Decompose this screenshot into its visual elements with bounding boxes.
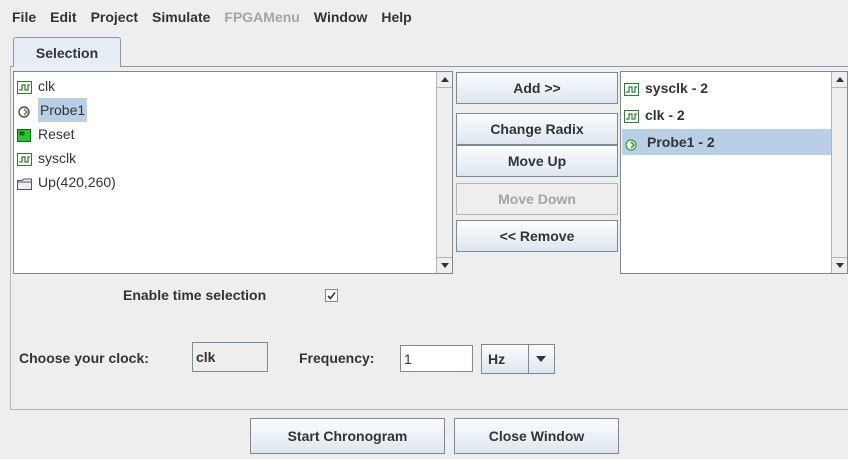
reset-icon [17,127,32,142]
menu-file[interactable]: File [0,0,41,34]
signal-label: Up(420,260) [38,174,116,190]
choose-clock-label: Choose your clock: [19,350,149,366]
list-item[interactable]: sysclk [15,146,76,170]
scroll-up-arrow-icon[interactable] [437,72,452,88]
close-window-button[interactable]: Close Window [454,418,619,454]
clock-signal-icon [17,79,32,94]
signal-label: Reset [38,126,75,142]
clock-signal-icon [624,81,639,96]
signal-label: Probe1 [38,98,88,122]
folder-icon [17,175,32,190]
move-down-button: Move Down [456,183,618,215]
tab-selection[interactable]: Selection [13,37,121,67]
start-chronogram-button[interactable]: Start Chronogram [250,418,445,454]
list-item[interactable]: Up(420,260) [15,170,116,194]
enable-time-selection-label: Enable time selection [123,287,267,303]
frequency-input[interactable] [400,345,473,372]
menu-help[interactable]: Help [372,0,416,34]
menu-window[interactable]: Window [305,0,373,34]
change-radix-button[interactable]: Change Radix [456,113,618,145]
list-item[interactable]: clk - 2 [622,103,834,127]
frequency-label: Frequency: [299,350,375,366]
frequency-unit-value: Hz [488,351,506,367]
list-item[interactable]: sysclk - 2 [622,76,834,100]
signal-label: clk [38,78,56,94]
menu-fpgamenu: FPGAMenu [224,9,300,25]
signal-label: sysclk [38,150,77,166]
move-up-button[interactable]: Move Up [456,145,618,177]
trace-label: clk - 2 [645,107,685,123]
list-item[interactable]: Reset [15,122,75,146]
scroll-down-arrow-icon[interactable] [437,257,452,273]
chevron-down-icon[interactable] [527,345,554,373]
left-list-scrollbar[interactable] [436,72,452,273]
available-signals-list[interactable]: clk Probe1 Reset sysclk Up(420,260) [13,71,453,274]
scroll-down-arrow-icon[interactable] [832,257,847,273]
menu-bar: File Edit Project Simulate FPGAMenu Wind… [0,0,848,34]
list-item[interactable]: clk [15,74,55,98]
probe-icon [17,103,32,118]
selected-signals-list[interactable]: sysclk - 2 clk - 2 Probe1 - 2 [620,71,848,274]
menu-simulate[interactable]: Simulate [143,0,215,34]
trace-label: Probe1 - 2 [645,129,717,155]
clock-field[interactable] [192,342,268,372]
menu-project[interactable]: Project [82,0,143,34]
checkmark-icon [327,292,336,300]
right-list-scrollbar[interactable] [831,72,847,273]
scroll-up-arrow-icon[interactable] [832,72,847,88]
clock-signal-icon [17,151,32,166]
list-item[interactable]: Probe1 - 2 [622,129,834,155]
remove-button[interactable]: << Remove [456,220,618,252]
enable-time-selection-checkbox[interactable] [325,289,338,302]
menu-edit[interactable]: Edit [41,0,81,34]
frequency-unit-dropdown[interactable]: Hz [481,344,555,374]
trace-label: sysclk - 2 [645,80,709,96]
list-item[interactable]: Probe1 [15,98,88,122]
add-button[interactable]: Add >> [456,72,618,104]
probe-icon [624,135,639,151]
clock-signal-icon [624,108,639,123]
